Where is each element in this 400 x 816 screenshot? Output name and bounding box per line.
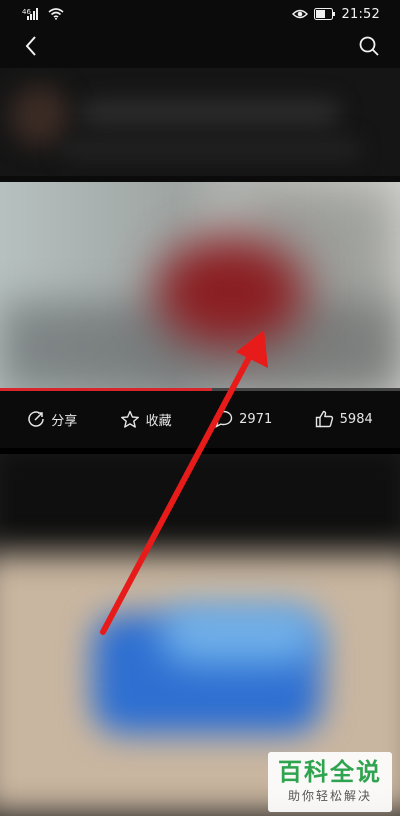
signal-icon: 46 [22,8,42,20]
search-icon [358,35,380,61]
comment-count: 2971 [239,411,273,427]
action-bar: 分享 收藏 2971 5984 [0,396,400,442]
svg-text:46: 46 [22,8,31,16]
status-bar: 46 21:52 [0,0,400,28]
blurred-subtitle [60,138,360,160]
status-right: 21:52 [291,6,380,22]
comment-button[interactable]: 2971 [214,410,272,428]
video-player[interactable] [0,182,400,388]
battery-icon [313,8,336,20]
watermark-subtitle: 助你轻松解决 [287,789,372,804]
video-progress-bar[interactable] [0,388,400,391]
next-video-top-shade [0,454,400,544]
like-button[interactable]: 5984 [315,410,373,428]
share-icon [27,410,45,428]
nav-bar [0,28,400,68]
status-time: 21:52 [341,6,380,22]
favorite-label: 收藏 [145,413,172,429]
like-count: 5984 [339,411,373,427]
watermark-logo: 百科全说 助你轻松解决 [268,752,392,812]
thumbs-up-icon [315,410,334,428]
chevron-left-icon [24,35,38,61]
blurred-post-header [0,68,400,176]
status-left: 46 [22,8,64,20]
search-button[interactable] [356,35,382,61]
share-button[interactable]: 分享 [27,410,77,429]
star-icon [120,410,140,429]
video-progress-fill [0,388,212,391]
comment-icon [214,410,233,428]
wifi-icon [48,8,64,20]
eye-icon [291,8,308,20]
video-frame-red-object [155,237,305,347]
blurred-title [80,98,340,128]
blurred-avatar [10,86,70,146]
watermark-title: 百科全说 [278,757,382,786]
next-video-light-object [160,604,320,664]
back-button[interactable] [18,35,44,61]
share-label: 分享 [51,413,78,429]
favorite-button[interactable]: 收藏 [120,410,172,429]
